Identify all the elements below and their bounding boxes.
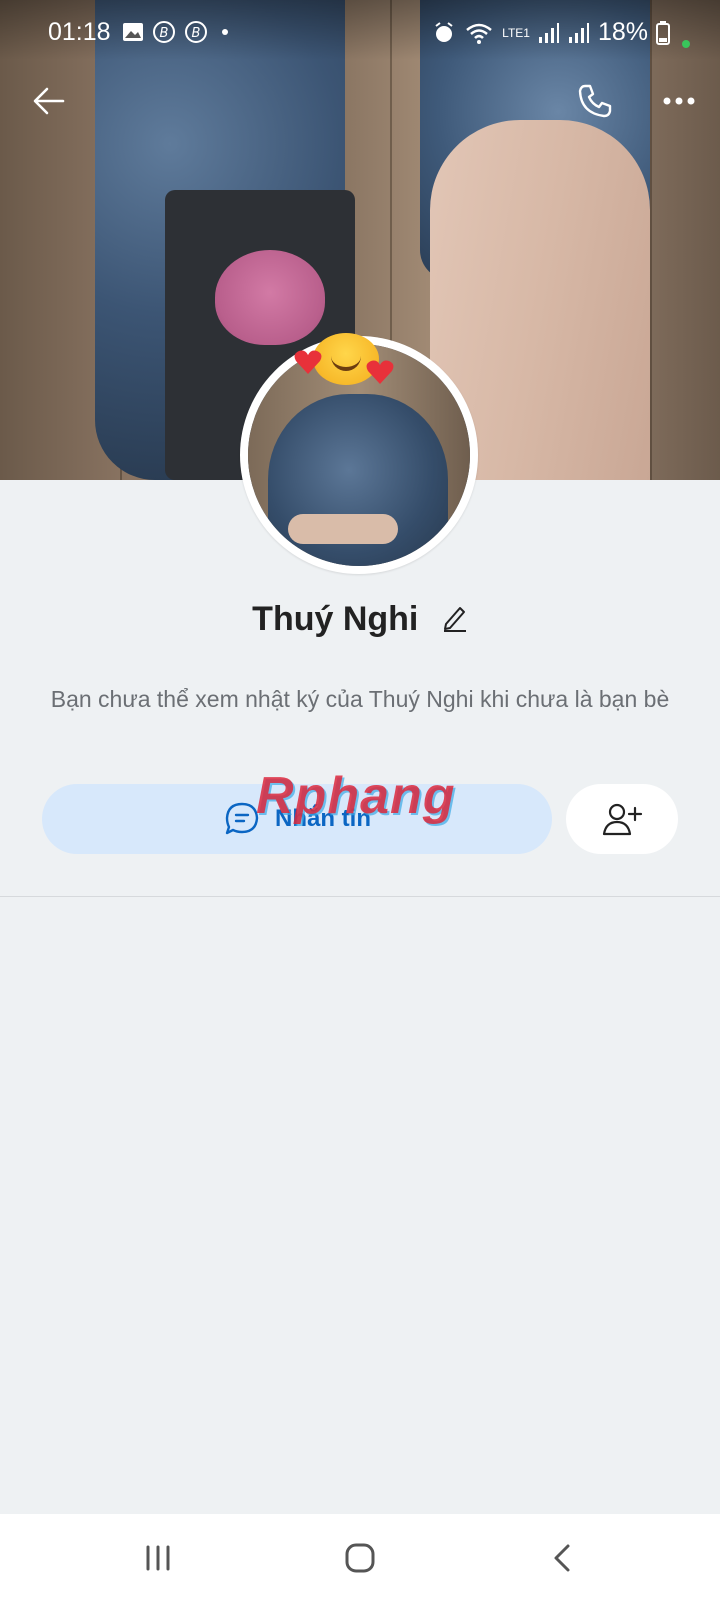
- recent-apps-icon: [146, 1545, 170, 1571]
- signal-icon: [538, 22, 559, 43]
- system-back-button[interactable]: [542, 1538, 582, 1578]
- ellipsis-icon: [663, 97, 695, 105]
- heart-icon: [366, 360, 394, 384]
- more-notifications-dot: [222, 29, 228, 35]
- battery-percent: 18%: [597, 18, 648, 46]
- svg-text:B: B: [192, 26, 201, 41]
- alarm-icon: [435, 21, 453, 42]
- home-button[interactable]: [340, 1538, 380, 1578]
- recent-apps-button[interactable]: [138, 1538, 178, 1578]
- wifi-icon: [466, 23, 492, 44]
- network-type: LTE1: [502, 25, 530, 40]
- diary-privacy-notice: Bạn chưa thể xem nhật ký của Thuý Nghi k…: [50, 686, 670, 712]
- call-button[interactable]: [572, 78, 618, 124]
- gallery-icon: [123, 23, 143, 41]
- profile-name-row: Thuý Nghi: [0, 600, 720, 641]
- phone-icon: [578, 84, 612, 118]
- svg-text:B: B: [160, 26, 169, 41]
- system-icons: LTE1 18%: [432, 18, 670, 47]
- app-notification-icon: B: [185, 21, 207, 43]
- battery-icon: [656, 20, 670, 45]
- system-nav-bar: [0, 1514, 720, 1600]
- more-options-button[interactable]: [656, 78, 702, 124]
- watermark-text: Rphang: [256, 767, 456, 825]
- privacy-indicator-dot: [682, 40, 690, 48]
- heart-icon: [294, 350, 322, 374]
- user-plus-icon: [602, 803, 643, 836]
- add-friend-button[interactable]: [566, 784, 678, 854]
- status-time: 01:18: [48, 18, 111, 46]
- app-notification-icon: B: [153, 21, 175, 43]
- chevron-left-icon: [554, 1544, 570, 1572]
- back-button[interactable]: [26, 78, 72, 124]
- notification-icons: B B: [122, 20, 228, 44]
- section-divider: [0, 896, 720, 897]
- status-bar: 01:18 B B LTE1 18%: [0, 0, 720, 60]
- edit-name-button[interactable]: [442, 602, 468, 641]
- home-icon: [345, 1543, 375, 1573]
- profile-name: Thuý Nghi: [252, 600, 419, 638]
- signal-icon: [568, 22, 589, 43]
- pencil-icon: [443, 606, 466, 632]
- arrow-left-icon: [33, 87, 65, 115]
